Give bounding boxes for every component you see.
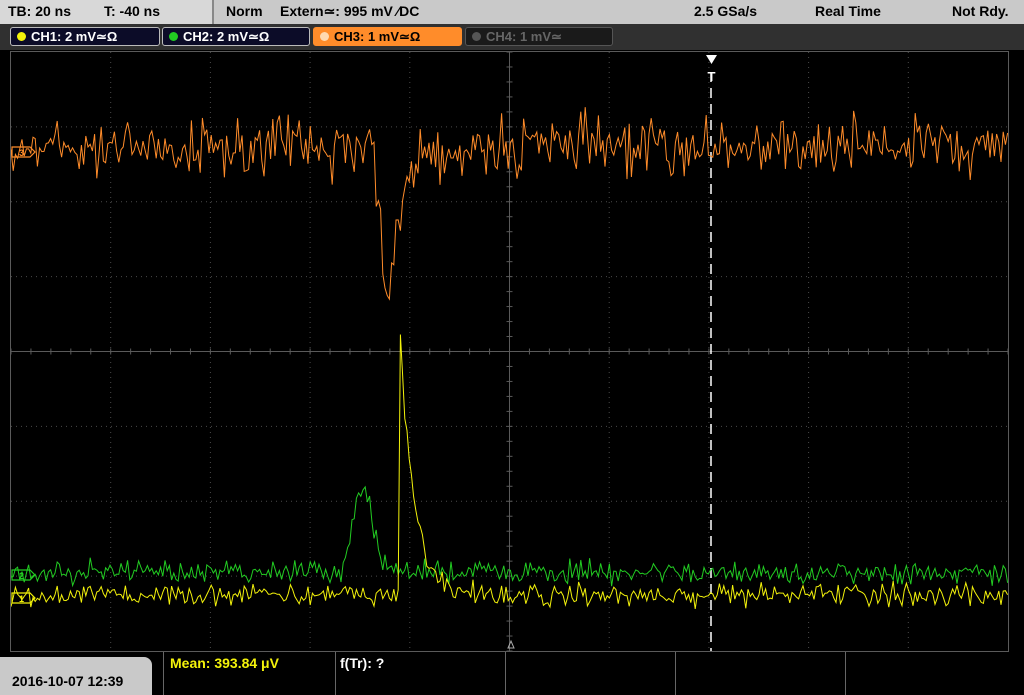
channel-bar: CH1: 2 mV≃Ω CH2: 2 mV≃Ω CH3: 1 mV≃Ω CH4:… [0, 24, 1024, 50]
bottom-bar: 2016-10-07 12:39 Mean: 393.84 μV f(Tr): … [0, 652, 1024, 695]
ch3-offset-label: 3 [19, 148, 24, 158]
ch1-offset-label: 1 [19, 594, 24, 604]
ch1-label: CH1: 2 mV≃Ω [31, 29, 118, 44]
ch3-label: CH3: 1 mV≃Ω [334, 29, 421, 44]
ch4-indicator-icon [472, 32, 481, 41]
date-time: 2016-10-07 12:39 [12, 673, 124, 689]
date-panel: 2016-10-07 12:39 [0, 657, 152, 695]
measurement-cell-3[interactable] [505, 652, 675, 695]
measurement-cell-4[interactable] [675, 652, 845, 695]
measurement-risetime-cell[interactable]: f(Tr): ? [335, 652, 505, 695]
channel-tab-ch4[interactable]: CH4: 1 mV≃ [465, 27, 613, 46]
trigger-mode[interactable]: Norm [226, 3, 263, 19]
channel-tab-ch2[interactable]: CH2: 2 mV≃Ω [162, 27, 310, 46]
sample-rate: 2.5 GSa/s [694, 3, 758, 19]
timebase-readout: TB: 20 ns [8, 3, 72, 19]
timebase-panel[interactable]: TB: 20 ns T: -40 ns [0, 0, 214, 24]
top-status-bar: TB: 20 ns T: -40 ns Norm Extern≃: 995 mV… [0, 0, 1024, 24]
ch4-label: CH4: 1 mV≃ [486, 29, 562, 44]
ch2-offset-label: 2 [19, 571, 24, 581]
ch2-label: CH2: 2 mV≃Ω [183, 29, 270, 44]
trigger-offset-readout: T: -40 ns [104, 3, 161, 19]
acquisition-status: Not Rdy. [952, 3, 1009, 19]
measurement-cell-5[interactable] [845, 652, 1024, 695]
ch2-indicator-icon [169, 32, 178, 41]
acquisition-mode: Real Time [815, 3, 881, 19]
trigger-marker-icon [706, 55, 717, 64]
time-reference-marker-icon [507, 639, 515, 649]
ch2-offset-marker[interactable]: 2 [11, 569, 36, 581]
measurement-risetime: f(Tr): ? [340, 655, 385, 671]
measurement-mean: Mean: 393.84 μV [170, 655, 279, 671]
trigger-source[interactable]: Extern≃: 995 mV ∕DC [280, 3, 419, 20]
ch1-indicator-icon [17, 32, 26, 41]
graticule-grid [11, 52, 1008, 651]
measurement-mean-cell[interactable]: Mean: 393.84 μV [163, 652, 335, 695]
ch3-indicator-icon [320, 32, 329, 41]
waveform-display[interactable]: T 3 2 1 [10, 51, 1009, 652]
channel-tab-ch1[interactable]: CH1: 2 mV≃Ω [10, 27, 160, 46]
channel-tab-ch3[interactable]: CH3: 1 mV≃Ω [313, 27, 462, 46]
trigger-label: T [708, 69, 716, 84]
waveform-canvas: T 3 2 1 [11, 52, 1008, 651]
